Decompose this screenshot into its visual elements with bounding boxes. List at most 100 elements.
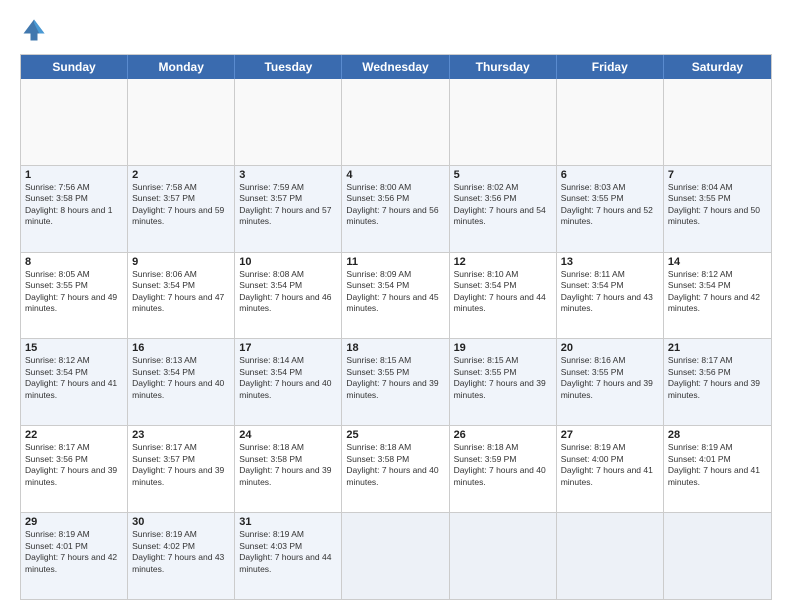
day-number: 23 (132, 429, 230, 441)
day-info: Sunrise: 8:02 AMSunset: 3:56 PMDaylight:… (454, 182, 552, 228)
calendar-row-6: 29Sunrise: 8:19 AMSunset: 4:01 PMDayligh… (21, 512, 771, 599)
calendar-body: 1Sunrise: 7:56 AMSunset: 3:58 PMDaylight… (21, 79, 771, 599)
day-cell-13: 13Sunrise: 8:11 AMSunset: 3:54 PMDayligh… (557, 253, 664, 339)
empty-cell (128, 79, 235, 165)
day-info: Sunrise: 8:18 AMSunset: 3:58 PMDaylight:… (346, 442, 444, 488)
day-number: 19 (454, 342, 552, 354)
day-number: 8 (25, 256, 123, 268)
calendar-row-2: 1Sunrise: 7:56 AMSunset: 3:58 PMDaylight… (21, 165, 771, 252)
day-info: Sunrise: 8:04 AMSunset: 3:55 PMDaylight:… (668, 182, 767, 228)
empty-cell (557, 513, 664, 599)
day-number: 10 (239, 256, 337, 268)
day-cell-18: 18Sunrise: 8:15 AMSunset: 3:55 PMDayligh… (342, 339, 449, 425)
day-info: Sunrise: 8:19 AMSunset: 4:01 PMDaylight:… (25, 529, 123, 575)
calendar-row-4: 15Sunrise: 8:12 AMSunset: 3:54 PMDayligh… (21, 338, 771, 425)
day-cell-7: 7Sunrise: 8:04 AMSunset: 3:55 PMDaylight… (664, 166, 771, 252)
day-number: 20 (561, 342, 659, 354)
calendar-row-5: 22Sunrise: 8:17 AMSunset: 3:56 PMDayligh… (21, 425, 771, 512)
day-cell-3: 3Sunrise: 7:59 AMSunset: 3:57 PMDaylight… (235, 166, 342, 252)
day-number: 7 (668, 169, 767, 181)
day-info: Sunrise: 7:59 AMSunset: 3:57 PMDaylight:… (239, 182, 337, 228)
header (20, 16, 772, 44)
empty-cell (664, 79, 771, 165)
header-cell-thursday: Thursday (450, 55, 557, 79)
day-cell-20: 20Sunrise: 8:16 AMSunset: 3:55 PMDayligh… (557, 339, 664, 425)
day-cell-26: 26Sunrise: 8:18 AMSunset: 3:59 PMDayligh… (450, 426, 557, 512)
day-info: Sunrise: 8:00 AMSunset: 3:56 PMDaylight:… (346, 182, 444, 228)
day-cell-31: 31Sunrise: 8:19 AMSunset: 4:03 PMDayligh… (235, 513, 342, 599)
day-info: Sunrise: 8:03 AMSunset: 3:55 PMDaylight:… (561, 182, 659, 228)
day-number: 1 (25, 169, 123, 181)
calendar-row-1 (21, 79, 771, 165)
day-cell-22: 22Sunrise: 8:17 AMSunset: 3:56 PMDayligh… (21, 426, 128, 512)
day-cell-28: 28Sunrise: 8:19 AMSunset: 4:01 PMDayligh… (664, 426, 771, 512)
day-info: Sunrise: 8:18 AMSunset: 3:58 PMDaylight:… (239, 442, 337, 488)
day-info: Sunrise: 8:08 AMSunset: 3:54 PMDaylight:… (239, 269, 337, 315)
header-cell-saturday: Saturday (664, 55, 771, 79)
day-cell-19: 19Sunrise: 8:15 AMSunset: 3:55 PMDayligh… (450, 339, 557, 425)
day-info: Sunrise: 7:56 AMSunset: 3:58 PMDaylight:… (25, 182, 123, 228)
empty-cell (450, 79, 557, 165)
empty-cell (21, 79, 128, 165)
day-info: Sunrise: 8:13 AMSunset: 3:54 PMDaylight:… (132, 355, 230, 401)
day-number: 17 (239, 342, 337, 354)
day-info: Sunrise: 8:11 AMSunset: 3:54 PMDaylight:… (561, 269, 659, 315)
day-number: 29 (25, 516, 123, 528)
calendar-header: SundayMondayTuesdayWednesdayThursdayFrid… (21, 55, 771, 79)
day-cell-5: 5Sunrise: 8:02 AMSunset: 3:56 PMDaylight… (450, 166, 557, 252)
day-info: Sunrise: 8:18 AMSunset: 3:59 PMDaylight:… (454, 442, 552, 488)
day-number: 9 (132, 256, 230, 268)
day-number: 31 (239, 516, 337, 528)
empty-cell (342, 513, 449, 599)
day-info: Sunrise: 8:19 AMSunset: 4:03 PMDaylight:… (239, 529, 337, 575)
day-number: 24 (239, 429, 337, 441)
day-number: 30 (132, 516, 230, 528)
day-number: 18 (346, 342, 444, 354)
day-number: 3 (239, 169, 337, 181)
day-cell-24: 24Sunrise: 8:18 AMSunset: 3:58 PMDayligh… (235, 426, 342, 512)
header-cell-friday: Friday (557, 55, 664, 79)
day-info: Sunrise: 8:09 AMSunset: 3:54 PMDaylight:… (346, 269, 444, 315)
day-number: 2 (132, 169, 230, 181)
day-number: 13 (561, 256, 659, 268)
day-info: Sunrise: 8:14 AMSunset: 3:54 PMDaylight:… (239, 355, 337, 401)
day-info: Sunrise: 8:06 AMSunset: 3:54 PMDaylight:… (132, 269, 230, 315)
empty-cell (235, 79, 342, 165)
logo-icon (20, 16, 48, 44)
day-info: Sunrise: 8:19 AMSunset: 4:02 PMDaylight:… (132, 529, 230, 575)
empty-cell (664, 513, 771, 599)
day-cell-1: 1Sunrise: 7:56 AMSunset: 3:58 PMDaylight… (21, 166, 128, 252)
header-cell-tuesday: Tuesday (235, 55, 342, 79)
day-cell-4: 4Sunrise: 8:00 AMSunset: 3:56 PMDaylight… (342, 166, 449, 252)
day-info: Sunrise: 8:19 AMSunset: 4:01 PMDaylight:… (668, 442, 767, 488)
day-info: Sunrise: 8:15 AMSunset: 3:55 PMDaylight:… (346, 355, 444, 401)
day-cell-9: 9Sunrise: 8:06 AMSunset: 3:54 PMDaylight… (128, 253, 235, 339)
day-number: 12 (454, 256, 552, 268)
day-number: 16 (132, 342, 230, 354)
day-number: 5 (454, 169, 552, 181)
empty-cell (557, 79, 664, 165)
day-cell-10: 10Sunrise: 8:08 AMSunset: 3:54 PMDayligh… (235, 253, 342, 339)
day-cell-29: 29Sunrise: 8:19 AMSunset: 4:01 PMDayligh… (21, 513, 128, 599)
day-number: 11 (346, 256, 444, 268)
day-number: 26 (454, 429, 552, 441)
day-info: Sunrise: 8:17 AMSunset: 3:57 PMDaylight:… (132, 442, 230, 488)
day-number: 22 (25, 429, 123, 441)
day-cell-12: 12Sunrise: 8:10 AMSunset: 3:54 PMDayligh… (450, 253, 557, 339)
header-cell-wednesday: Wednesday (342, 55, 449, 79)
day-info: Sunrise: 7:58 AMSunset: 3:57 PMDaylight:… (132, 182, 230, 228)
page: SundayMondayTuesdayWednesdayThursdayFrid… (0, 0, 792, 612)
day-number: 6 (561, 169, 659, 181)
day-cell-27: 27Sunrise: 8:19 AMSunset: 4:00 PMDayligh… (557, 426, 664, 512)
day-cell-17: 17Sunrise: 8:14 AMSunset: 3:54 PMDayligh… (235, 339, 342, 425)
header-cell-monday: Monday (128, 55, 235, 79)
empty-cell (342, 79, 449, 165)
calendar: SundayMondayTuesdayWednesdayThursdayFrid… (20, 54, 772, 600)
day-cell-6: 6Sunrise: 8:03 AMSunset: 3:55 PMDaylight… (557, 166, 664, 252)
day-cell-2: 2Sunrise: 7:58 AMSunset: 3:57 PMDaylight… (128, 166, 235, 252)
logo (20, 16, 52, 44)
day-number: 25 (346, 429, 444, 441)
day-number: 14 (668, 256, 767, 268)
day-number: 15 (25, 342, 123, 354)
day-cell-25: 25Sunrise: 8:18 AMSunset: 3:58 PMDayligh… (342, 426, 449, 512)
